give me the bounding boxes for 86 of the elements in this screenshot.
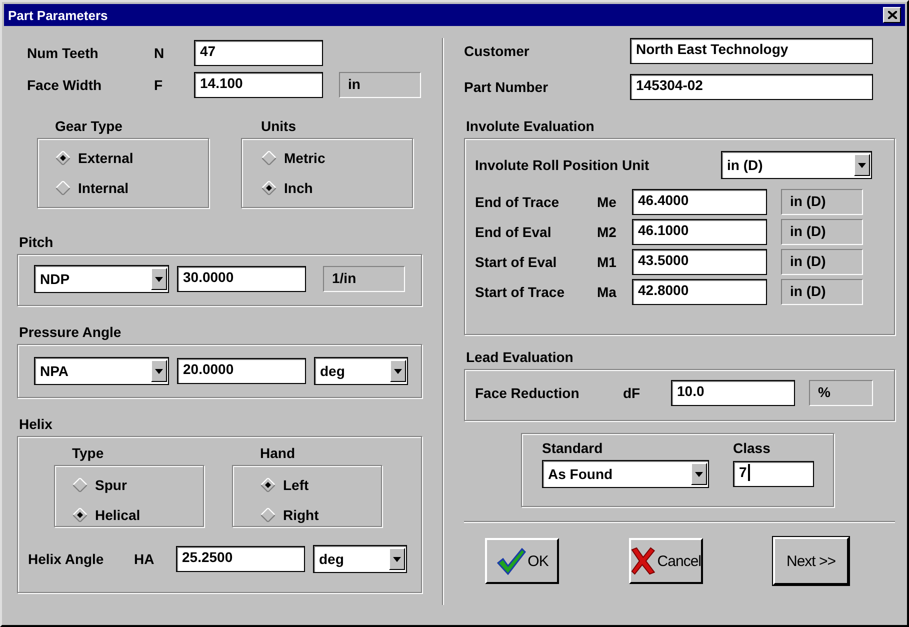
text-field[interactable]: 46.1000 [632, 219, 767, 245]
radio-label: Internal [78, 180, 129, 196]
text-field[interactable]: 14.100 [194, 72, 323, 98]
radio-button[interactable] [262, 181, 276, 195]
text-field[interactable]: 46.4000 [632, 189, 767, 215]
text-field[interactable]: North East Technology [630, 38, 873, 64]
dropdown-arrow-icon [394, 368, 402, 374]
unit-label: in (D) [781, 219, 863, 245]
field-label: Class [733, 440, 770, 456]
radio-button[interactable] [56, 181, 70, 195]
radio-label: Helical [95, 507, 140, 523]
group-label: Pitch [19, 234, 54, 250]
radio-label: Right [283, 507, 319, 523]
radio-button[interactable] [261, 478, 275, 492]
text-field[interactable]: 43.5000 [632, 249, 767, 275]
dropdown-arrow-icon [155, 276, 163, 282]
radio-label: External [78, 150, 134, 166]
group-label: Gear Type [54, 118, 124, 134]
field-symbol: dF [623, 385, 642, 401]
field-symbol: Ma [597, 284, 618, 300]
group-label: Units [260, 118, 297, 134]
radio-button[interactable] [73, 508, 87, 522]
dialog-button[interactable]: Next >> [773, 537, 849, 585]
unit-label: % [809, 380, 873, 406]
check-icon [496, 546, 526, 576]
text-field[interactable]: 42.8000 [632, 279, 767, 305]
dialog-button[interactable]: Cancel [629, 538, 703, 584]
type-select[interactable]: NPA [34, 357, 169, 385]
group-label: Helix [19, 416, 54, 432]
field-label: Standard [542, 440, 604, 456]
field-label: Start of Trace [475, 284, 566, 300]
radio-label: Metric [284, 150, 326, 166]
dialog-button[interactable]: OK [485, 538, 559, 584]
group-label: Hand [259, 445, 296, 461]
field-label: Face Reduction [475, 385, 580, 401]
dropdown-arrow-icon [393, 556, 401, 562]
radio-button[interactable] [261, 508, 275, 522]
field-symbol: M1 [597, 254, 618, 270]
dropdown-arrow-icon [695, 472, 703, 476]
unit-label: in (D) [781, 189, 863, 215]
radio-button[interactable] [73, 478, 87, 492]
field-label: End of Eval [475, 224, 552, 240]
field-label: Start of Eval [475, 254, 558, 270]
group-label: Pressure Angle [19, 324, 122, 340]
field-label: Part Number [464, 79, 550, 95]
unit-label: in [339, 72, 421, 98]
unit-label: 1/in [323, 266, 405, 292]
unit-label: in (D) [781, 279, 863, 305]
unit-select[interactable]: deg [314, 357, 408, 385]
unit-label: in (D) [781, 249, 863, 275]
radio-label: Spur [95, 477, 127, 493]
unit-select[interactable]: in (D) [721, 151, 872, 179]
field-symbol: HA [134, 551, 156, 567]
class-field[interactable]: 7 [733, 461, 814, 487]
group-label: Involute Evaluation [466, 118, 596, 134]
type-select[interactable]: NDP [34, 265, 169, 293]
field-label: Customer [464, 43, 530, 59]
field-symbol: N [154, 45, 166, 61]
field-symbol: F [154, 77, 164, 93]
field-label: End of Trace [475, 194, 560, 210]
text-field[interactable]: 145304-02 [630, 74, 873, 100]
group-label: Lead Evaluation [466, 349, 574, 365]
close-button[interactable] [883, 7, 901, 23]
close-icon [888, 11, 896, 19]
field-symbol: Me [597, 194, 618, 210]
cross-icon [631, 546, 656, 576]
dropdown-arrow-icon [858, 162, 866, 168]
field-symbol: M2 [597, 224, 618, 240]
window-title: Part Parameters [8, 8, 108, 22]
radio-button[interactable] [56, 151, 70, 165]
radio-label: Inch [284, 180, 313, 196]
radio-label: Left [283, 477, 309, 493]
text-field[interactable]: 10.0 [671, 380, 795, 406]
unit-select[interactable]: deg [313, 545, 407, 573]
text-field[interactable]: 30.0000 [177, 266, 306, 292]
text-field[interactable]: 20.0000 [177, 358, 306, 384]
text-field[interactable]: 25.2500 [176, 546, 305, 572]
group-label: Type [71, 445, 105, 461]
dropdown-arrow-icon [155, 368, 163, 374]
field-label: Involute Roll Position Unit [475, 157, 650, 173]
field-label: Face Width [27, 77, 103, 93]
radio-button[interactable] [262, 151, 276, 165]
field-label: Helix Angle [28, 551, 105, 567]
field-label: Num Teeth [27, 45, 100, 61]
text-field[interactable]: 47 [194, 40, 323, 66]
standard-select[interactable]: As Found [542, 460, 709, 488]
